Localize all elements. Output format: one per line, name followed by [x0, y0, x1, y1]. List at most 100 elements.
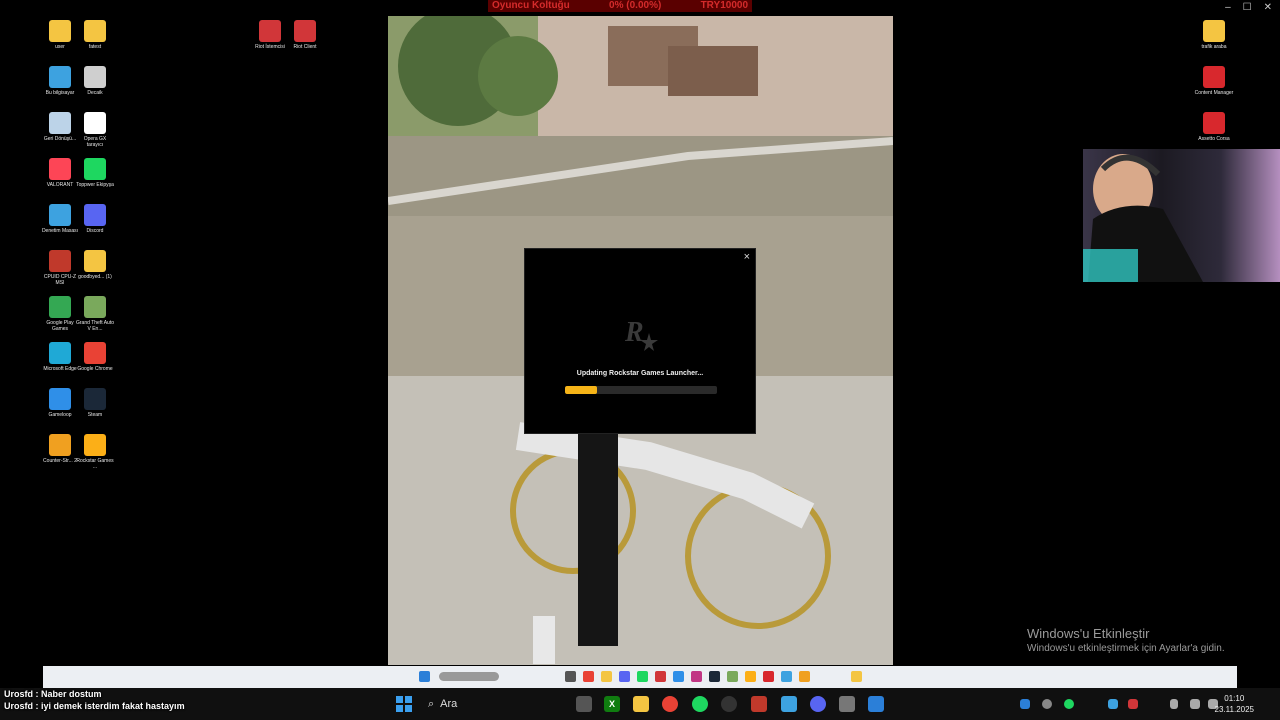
- inner-folder-icon[interactable]: [601, 671, 612, 682]
- desktop-icon[interactable]: Google Play Games: [40, 296, 80, 332]
- desktop-icon-label: Geri Dönüşü...: [43, 136, 77, 142]
- close-icon[interactable]: ×: [744, 251, 750, 263]
- maximize-icon[interactable]: ☐: [1243, 2, 1252, 13]
- desktop-icon[interactable]: fatest: [75, 20, 115, 50]
- windows-start-icon[interactable]: [419, 671, 430, 682]
- taskbar-search[interactable]: ⌕ Ara: [420, 693, 570, 715]
- desktop-icon[interactable]: Microsoft Edge: [40, 342, 80, 372]
- chrome-icon: [84, 342, 106, 364]
- store-icon[interactable]: [781, 696, 797, 712]
- desktop-icon[interactable]: Decaik: [75, 66, 115, 96]
- remote-desktop-icon[interactable]: [868, 696, 884, 712]
- folder-icon: [49, 20, 71, 42]
- tray-steam-icon[interactable]: [1042, 699, 1052, 709]
- desktop-icon[interactable]: Grand Theft Auto V En...: [75, 296, 115, 332]
- inner-discord-icon[interactable]: [619, 671, 630, 682]
- windows-start-icon[interactable]: [396, 696, 412, 712]
- chat-username: Urosfd: [4, 689, 33, 699]
- close-icon[interactable]: ✕: [1264, 2, 1272, 13]
- inner-app3-icon[interactable]: [727, 671, 738, 682]
- inner-search-box[interactable]: [439, 672, 499, 681]
- desktop-icon[interactable]: trafik araba: [1194, 20, 1234, 50]
- desktop-icon[interactable]: Assetto Corsa: [1194, 112, 1234, 142]
- tray-app-icon[interactable]: [1020, 699, 1030, 709]
- desktop-icon-label: Bu bilgisayar: [45, 90, 75, 96]
- desktop-icon-label: trafik araba: [1201, 44, 1227, 50]
- app-icon[interactable]: [839, 696, 855, 712]
- task-view-icon[interactable]: [576, 696, 592, 712]
- inner-app7-icon[interactable]: [851, 671, 862, 682]
- launcher-progress-fill: [565, 386, 597, 394]
- taskbar: ⌕ Ara X 01:10 23.11.2025: [0, 688, 1280, 720]
- desktop-icon-label: Denetim Masası: [41, 228, 79, 234]
- clock-time: 01:10: [1224, 694, 1245, 703]
- desktop-icon[interactable]: Steam: [75, 388, 115, 418]
- desktop-icon[interactable]: Counter-Str... 2: [40, 434, 80, 464]
- spotify-icon[interactable]: [692, 696, 708, 712]
- tray-network-icon[interactable]: [1108, 699, 1118, 709]
- steam-icon: [84, 388, 106, 410]
- steelseries-icon[interactable]: [721, 696, 737, 712]
- t-app-icon: [84, 158, 106, 180]
- chat-username: Urosfd: [4, 701, 33, 711]
- inner-app5-icon[interactable]: [781, 671, 792, 682]
- minimize-icon[interactable]: –: [1225, 2, 1231, 13]
- desktop-icon-label: Google Play Games: [46, 320, 74, 332]
- chrome-icon[interactable]: [662, 696, 678, 712]
- launcher-progress-bar: [565, 386, 717, 394]
- inner-rockstar-icon[interactable]: [745, 671, 756, 682]
- tray-spotify-icon[interactable]: [1064, 699, 1074, 709]
- desktop-icon[interactable]: Riot İstemcisi: [250, 20, 290, 50]
- inner-steam-icon[interactable]: [709, 671, 720, 682]
- file-explorer-icon[interactable]: [633, 696, 649, 712]
- svg-text:R: R: [624, 317, 644, 348]
- chat-message: Urosfd : iyi demek isterdim fakat hastay…: [4, 700, 185, 712]
- overlay-percent: 0% (0.00%): [609, 0, 662, 11]
- desktop-icon[interactable]: Opera GX tarayıcı: [75, 112, 115, 148]
- riot-icon: [294, 20, 316, 42]
- desktop-icon[interactable]: user: [40, 20, 80, 50]
- search-label: Ara: [440, 698, 458, 710]
- inner-app4-icon[interactable]: [763, 671, 774, 682]
- tray-riot-icon[interactable]: [1128, 699, 1138, 709]
- desktop-icon-label: Steam: [87, 412, 103, 418]
- media-app-icon[interactable]: [751, 696, 767, 712]
- desktop-icon[interactable]: Discord: [75, 204, 115, 234]
- desktop-icon[interactable]: CPUID CPU-Z MSI: [40, 250, 80, 286]
- desktop-icon-label: CPUID CPU-Z MSI: [43, 274, 77, 286]
- computer-icon: [49, 66, 71, 88]
- taskbar-clock[interactable]: 01:10 23.11.2025: [1215, 693, 1254, 715]
- valorant-icon: [49, 158, 71, 180]
- inner-riot-icon[interactable]: [655, 671, 666, 682]
- desktop-icon-label: Counter-Str... 2: [43, 458, 77, 464]
- activation-title: Windows'u Etkinleştir: [1027, 626, 1150, 641]
- inner-app2-icon[interactable]: [673, 671, 684, 682]
- discord-icon[interactable]: [810, 696, 826, 712]
- xbox-icon[interactable]: X: [604, 696, 620, 712]
- desktop-icon[interactable]: VALORANT: [40, 158, 80, 188]
- desktop-icon[interactable]: Google Chrome: [75, 342, 115, 372]
- desktop-icon[interactable]: goodbyed... (1): [75, 250, 115, 280]
- desktop-icon[interactable]: Gameloop: [40, 388, 80, 418]
- desktop-icon[interactable]: Riot Client: [285, 20, 325, 50]
- wifi-icon[interactable]: [1190, 699, 1200, 709]
- inner-instagram-icon[interactable]: [691, 671, 702, 682]
- riot-icon: [259, 20, 281, 42]
- desktop-icon[interactable]: Bu bilgisayar: [40, 66, 80, 96]
- desktop-icon[interactable]: Geri Dönüşü...: [40, 112, 80, 142]
- desktop-icon[interactable]: Rockstar Games ...: [75, 434, 115, 470]
- inner-app-icon[interactable]: [565, 671, 576, 682]
- desktop-icon[interactable]: Denetim Masası: [40, 204, 80, 234]
- desktop-icon-label: Content Manager: [1194, 90, 1234, 96]
- inner-app6-icon[interactable]: [799, 671, 810, 682]
- desktop-icon-label: Riot İstemcisi: [255, 44, 285, 50]
- inner-chrome-icon[interactable]: [583, 671, 594, 682]
- content-manager-icon: [1203, 66, 1225, 88]
- file-icon: [84, 112, 106, 134]
- desktop-icon[interactable]: Content Manager: [1194, 66, 1234, 96]
- desktop-icon-label: Rockstar Games ...: [76, 458, 114, 470]
- desktop-icon[interactable]: Toppwer Ekipyşa: [75, 158, 115, 188]
- inner-spotify-icon[interactable]: [637, 671, 648, 682]
- edge-icon: [49, 342, 71, 364]
- microphone-icon[interactable]: [1170, 699, 1178, 709]
